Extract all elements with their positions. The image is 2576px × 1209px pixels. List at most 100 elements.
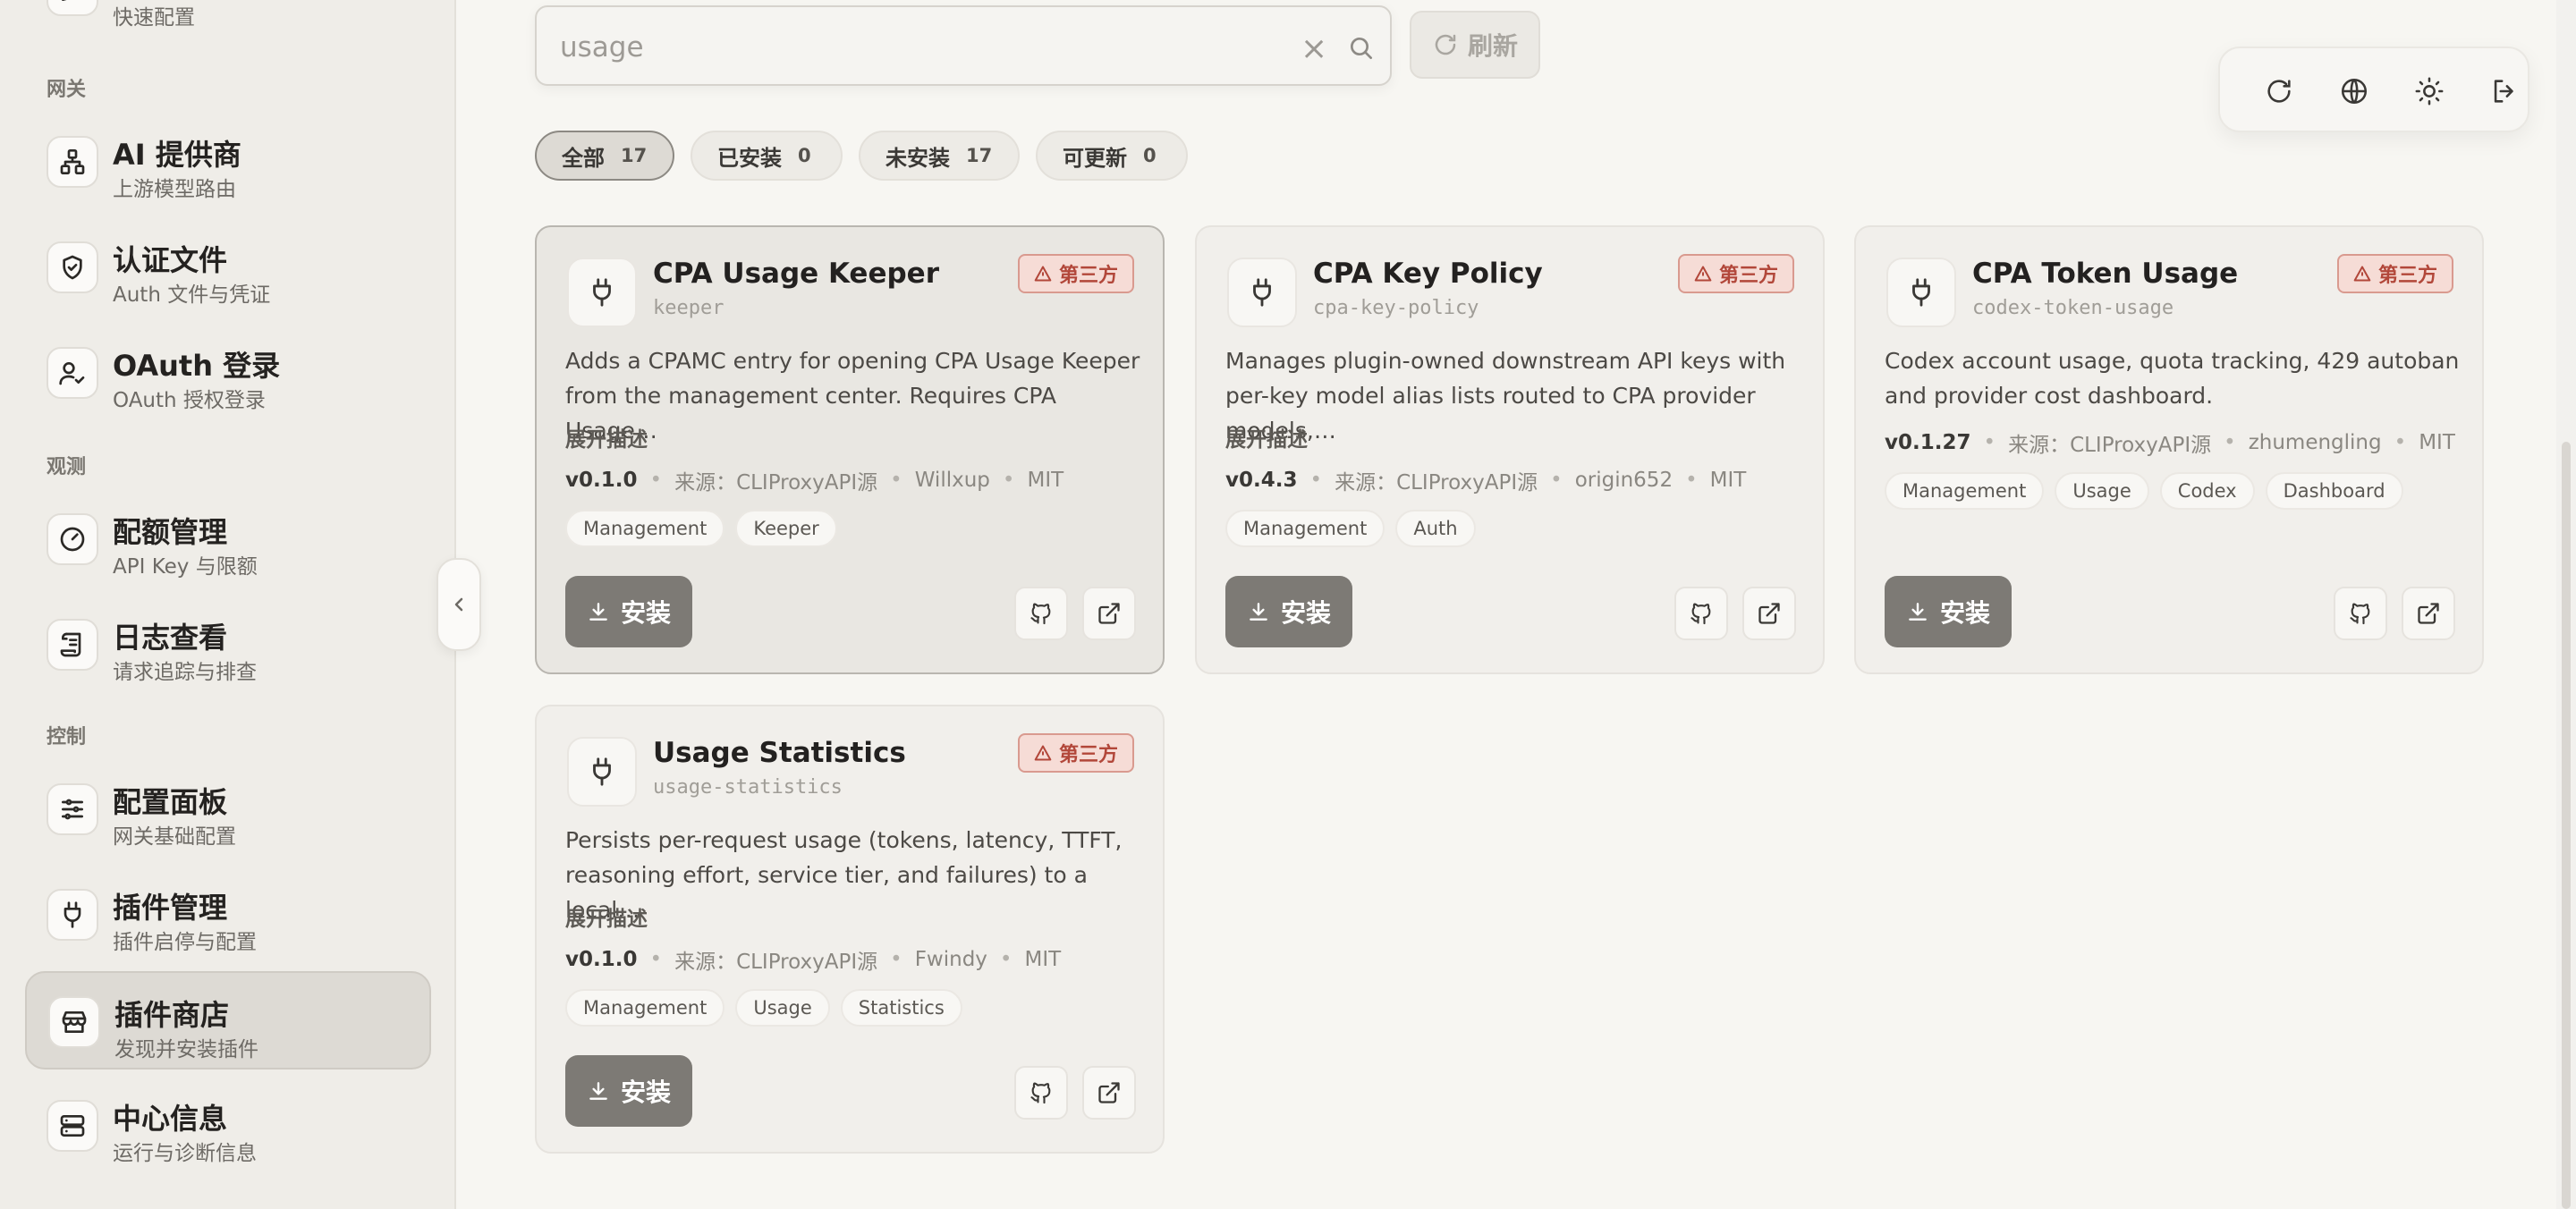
sidebar-item-quota[interactable]: 配额管理 API Key 与限额 — [25, 490, 431, 588]
shield-icon — [47, 241, 98, 293]
tag: Usage — [735, 989, 830, 1027]
plugin-author: origin652 — [1574, 469, 1674, 492]
filter-label: 已安装 — [717, 145, 782, 171]
filter-updatable[interactable]: 可更新 0 — [1036, 131, 1188, 181]
sidebar-item-label: 认证文件 — [113, 243, 228, 277]
warning-icon — [2353, 266, 2371, 282]
plugin-card[interactable]: CPA Usage Keeper keeper 第三方 Adds a CPAMC… — [535, 225, 1165, 674]
filter-count: 17 — [966, 145, 993, 166]
plug-icon — [567, 737, 637, 807]
gauge-icon — [47, 513, 98, 565]
tag: Management — [1885, 472, 2045, 510]
install-label: 安装 — [620, 1078, 671, 1107]
logout-button[interactable] — [2487, 73, 2522, 109]
sidebar-item-logs[interactable]: 日志查看 请求追踪与排查 — [25, 596, 431, 694]
github-button[interactable] — [2334, 587, 2387, 640]
server-icon — [47, 1100, 98, 1152]
third-party-badge: 第三方 — [1017, 733, 1134, 773]
sidebar-item-config[interactable]: 配置面板 网关基础配置 — [25, 760, 431, 858]
pencil-icon — [47, 0, 98, 16]
sidebar-item-label: 配额管理 — [113, 515, 228, 549]
plugin-meta: v0.4.3 • 来源：CLIProxyAPI源 • origin652 • MIT — [1225, 465, 1746, 495]
plugin-id: keeper — [653, 297, 724, 319]
sidebar-item-sub: 上游模型路由 — [113, 178, 236, 201]
sidebar-item-sub: 发现并安装插件 — [114, 1038, 258, 1061]
tag: Statistics — [840, 989, 962, 1027]
sidebar-item-oauth[interactable]: OAuth 登录 OAuth 授权登录 — [25, 324, 431, 422]
reload-button[interactable] — [2261, 73, 2297, 109]
download-icon — [1909, 603, 1927, 621]
sidebar: 快速配置 网关 AI 提供商 上游模型路由 认证文件 Auth 文件与凭证 OA… — [0, 0, 456, 1209]
plugin-license: MIT — [1027, 469, 1064, 492]
sidebar-item-quick-config[interactable]: 快速配置 — [25, 0, 431, 39]
plugin-card[interactable]: CPA Key Policy cpa-key-policy 第三方 Manage… — [1195, 225, 1825, 674]
sidebar-item-label: 中心信息 — [113, 1102, 228, 1136]
tag: Auth — [1395, 510, 1476, 547]
user-check-icon — [47, 347, 98, 399]
scrollbar-thumb[interactable] — [2562, 442, 2571, 1209]
sidebar-item-label: AI 提供商 — [113, 138, 242, 172]
refresh-button[interactable]: 刷新 — [1410, 11, 1540, 79]
sidebar-item-auth-files[interactable]: 认证文件 Auth 文件与凭证 — [25, 218, 431, 317]
install-button[interactable]: 安装 — [565, 1055, 692, 1127]
install-button[interactable]: 安装 — [1225, 576, 1352, 647]
third-party-badge: 第三方 — [2336, 254, 2453, 293]
filter-label: 全部 — [562, 145, 605, 171]
plugin-meta: v0.1.0 • 来源：CLIProxyAPI源 • Fwindy • MIT — [565, 944, 1061, 975]
open-link-button[interactable] — [1742, 587, 1796, 640]
clear-icon[interactable]: × — [1301, 30, 1327, 67]
section-gateway: 网关 — [47, 79, 87, 101]
plugin-card[interactable]: CPA Token Usage codex-token-usage 第三方 Co… — [1854, 225, 2484, 674]
download-icon — [589, 1082, 607, 1100]
collapse-sidebar-button[interactable] — [436, 558, 481, 651]
expand-description-link[interactable]: 展开描述 — [565, 901, 648, 932]
search-icon[interactable] — [1347, 34, 1376, 63]
plugin-card[interactable]: Usage Statistics usage-statistics 第三方 Pe… — [535, 705, 1165, 1154]
network-icon — [47, 136, 98, 188]
sidebar-item-sub: 快速配置 — [113, 6, 195, 30]
tag: Dashboard — [2265, 472, 2403, 510]
plugin-version: v0.1.27 — [1885, 431, 1971, 454]
tag: Management — [1225, 510, 1385, 547]
plugin-version: v0.1.0 — [565, 469, 638, 492]
warning-icon — [1694, 266, 1712, 282]
expand-description-link[interactable]: 展开描述 — [565, 422, 648, 452]
plugin-source: 来源：CLIProxyAPI源 — [674, 951, 878, 974]
theme-button[interactable] — [2411, 73, 2447, 109]
sidebar-item-plugin-store[interactable]: 插件商店 发现并安装插件 — [25, 971, 431, 1070]
open-link-button[interactable] — [2402, 587, 2455, 640]
expand-description-link[interactable]: 展开描述 — [1225, 422, 1308, 452]
language-button[interactable] — [2336, 73, 2372, 109]
refresh-label: 刷新 — [1467, 31, 1518, 61]
plugin-source: 来源：CLIProxyAPI源 — [2008, 434, 2212, 457]
open-link-button[interactable] — [1082, 587, 1136, 640]
search-input[interactable] — [560, 27, 1240, 68]
plugin-id: codex-token-usage — [1972, 297, 2174, 319]
plug-icon — [567, 258, 637, 327]
plug-icon — [1227, 258, 1297, 327]
section-observe: 观测 — [47, 456, 87, 478]
install-label: 安装 — [620, 598, 671, 628]
install-button[interactable]: 安装 — [1885, 576, 2012, 647]
github-button[interactable] — [1014, 1066, 1068, 1120]
tag: Keeper — [735, 510, 837, 547]
sidebar-item-ai-provider[interactable]: AI 提供商 上游模型路由 — [25, 113, 431, 211]
plugin-tags: Management Usage Statistics — [565, 989, 962, 1027]
open-link-button[interactable] — [1082, 1066, 1136, 1120]
plugin-author: Willxup — [914, 469, 990, 492]
store-icon — [48, 996, 100, 1048]
github-button[interactable] — [1674, 587, 1728, 640]
github-icon — [1030, 1082, 1051, 1104]
filter-all[interactable]: 全部 17 — [535, 131, 674, 181]
filter-not-installed[interactable]: 未安装 17 — [859, 131, 1020, 181]
plugin-id: cpa-key-policy — [1313, 297, 1479, 319]
sidebar-item-center-info[interactable]: 中心信息 运行与诊断信息 — [25, 1077, 431, 1175]
filter-label: 未安装 — [886, 145, 950, 171]
filter-installed[interactable]: 已安装 0 — [691, 131, 843, 181]
sidebar-item-label: 日志查看 — [113, 621, 228, 655]
plugin-license: MIT — [2419, 431, 2455, 454]
github-button[interactable] — [1014, 587, 1068, 640]
plugin-title: Usage Statistics — [653, 737, 906, 769]
sidebar-item-plugins[interactable]: 插件管理 插件启停与配置 — [25, 866, 431, 964]
install-button[interactable]: 安装 — [565, 576, 692, 647]
